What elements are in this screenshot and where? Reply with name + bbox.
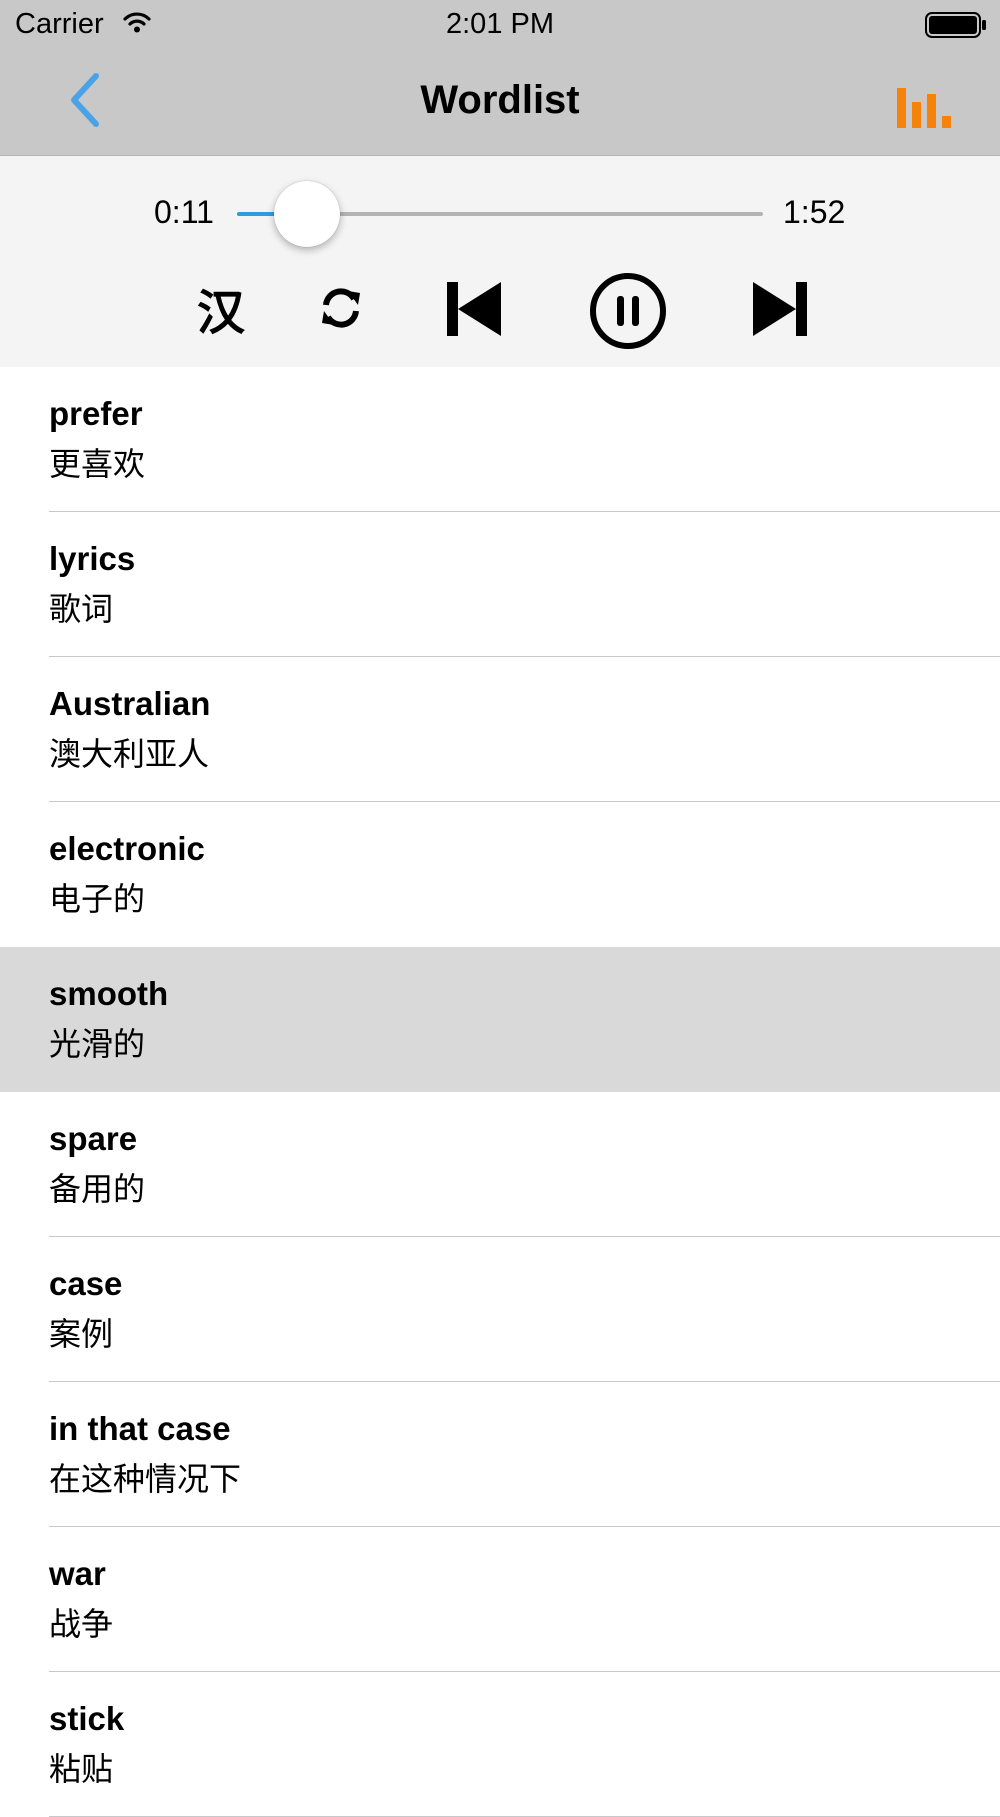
word-text: electronic (49, 830, 205, 867)
list-item[interactable]: spare 备用的 (0, 1092, 1000, 1237)
list-item[interactable]: electronic 电子的 (0, 802, 1000, 947)
list-item[interactable]: case 案例 (0, 1237, 1000, 1382)
list-item[interactable]: prefer 更喜欢 (0, 367, 1000, 512)
list-item[interactable]: lyrics 歌词 (0, 512, 1000, 657)
slider-thumb[interactable] (273, 181, 340, 247)
statistics-button[interactable] (893, 82, 953, 134)
audio-player: 0:11 1:52 汉 (0, 156, 1000, 367)
word-text: case (49, 1265, 123, 1302)
bar-chart-icon (897, 88, 951, 128)
navigation-bar: Carrier 2:01 PM Wordlist (0, 0, 1000, 156)
word-text: Australian (49, 685, 211, 722)
repeat-button[interactable] (316, 279, 366, 337)
total-time: 1:52 (783, 194, 846, 230)
word-meaning: 歌词 (49, 590, 114, 628)
word-text: lyrics (49, 540, 136, 577)
word-text: spare (49, 1120, 138, 1157)
word-text: stick (49, 1700, 125, 1737)
progress-slider[interactable] (237, 181, 763, 247)
pause-icon (590, 273, 666, 349)
list-item[interactable]: war 战争 (0, 1527, 1000, 1672)
next-button[interactable] (751, 280, 809, 338)
word-list: prefer 更喜欢 lyrics 歌词 Australian 澳大利亚人 electron… (0, 367, 1000, 1817)
word-meaning: 更喜欢 (49, 445, 146, 483)
previous-button[interactable] (445, 280, 503, 338)
word-meaning: 备用的 (49, 1170, 146, 1208)
repeat-icon (322, 288, 360, 328)
word-meaning: 粘贴 (49, 1750, 114, 1788)
skip-previous-icon (447, 282, 501, 336)
word-meaning: 案例 (49, 1315, 114, 1353)
list-item[interactable]: Australian 澳大利亚人 (0, 657, 1000, 802)
word-meaning: 战争 (49, 1605, 114, 1643)
language-toggle-button[interactable]: 汉 (192, 278, 250, 341)
status-time: 2:01 PM (446, 8, 554, 40)
list-item[interactable]: in that case 在这种情况下 (0, 1382, 1000, 1527)
skip-next-icon (753, 282, 807, 336)
battery-icon (925, 12, 986, 38)
elapsed-time: 0:11 (154, 194, 214, 230)
word-meaning: 澳大利亚人 (49, 735, 210, 773)
list-item[interactable]: stick 粘贴 (0, 1672, 1000, 1817)
word-meaning: 在这种情况下 (49, 1460, 242, 1498)
word-meaning: 光滑的 (49, 1025, 146, 1063)
word-text: smooth (49, 975, 169, 1012)
word-text: in that case (49, 1410, 231, 1447)
word-meaning: 电子的 (49, 880, 146, 918)
word-text: war (49, 1555, 106, 1592)
word-text: prefer (49, 395, 143, 432)
page-title: Wordlist (420, 78, 580, 122)
list-item[interactable]: smooth 光滑的 (0, 947, 1000, 1092)
pause-button[interactable] (588, 271, 668, 351)
